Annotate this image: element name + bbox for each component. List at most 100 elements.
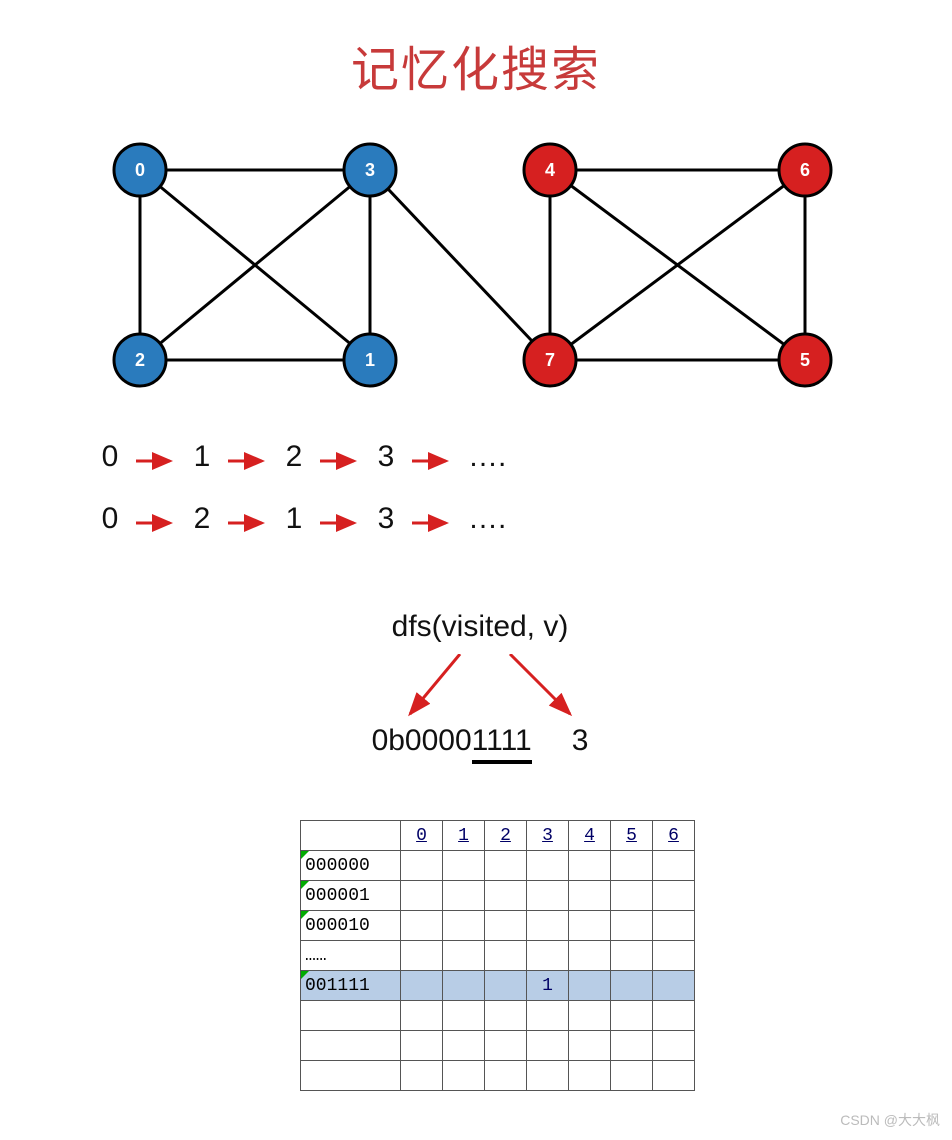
table-cell — [485, 1031, 527, 1061]
table-cell — [443, 1001, 485, 1031]
table-cell — [611, 1031, 653, 1061]
sequence-item: …. — [468, 502, 506, 536]
table-cell — [527, 1061, 569, 1091]
table-cell — [485, 851, 527, 881]
table-cell — [611, 911, 653, 941]
arrow-right-icon — [318, 446, 362, 468]
table-cell — [569, 971, 611, 1001]
graph-node-1: 1 — [344, 334, 396, 386]
graph-node-7: 7 — [524, 334, 576, 386]
sequence-item: 1 — [284, 502, 304, 536]
svg-text:1: 1 — [365, 350, 375, 370]
table-cell — [653, 1031, 695, 1061]
table-col-header: 3 — [527, 821, 569, 851]
table-cell — [527, 881, 569, 911]
table-corner — [301, 821, 401, 851]
dfs-bitstring: 0b00001111 — [372, 724, 532, 758]
table-row-header — [301, 1031, 401, 1061]
table-cell — [653, 971, 695, 1001]
arrow-right-icon — [134, 446, 178, 468]
graph-edge — [370, 170, 550, 360]
arrow-down-left-icon — [410, 654, 460, 714]
graph-node-3: 3 — [344, 144, 396, 196]
table-row — [301, 1001, 695, 1031]
table-cell — [485, 941, 527, 971]
table-row-header — [301, 1061, 401, 1091]
table-cell — [401, 881, 443, 911]
table-cell — [527, 941, 569, 971]
table-cell — [611, 881, 653, 911]
table-cell — [653, 1061, 695, 1091]
table-row-header: 001111 — [301, 971, 401, 1001]
triangle-icon — [301, 911, 309, 919]
table-cell — [401, 851, 443, 881]
table-cell — [443, 941, 485, 971]
table-col-header: 2 — [485, 821, 527, 851]
sequence-item: 3 — [376, 440, 396, 474]
table-cell — [401, 911, 443, 941]
table-cell — [611, 1001, 653, 1031]
triangle-icon — [301, 881, 309, 889]
table-row — [301, 1031, 695, 1061]
table-cell — [569, 851, 611, 881]
memo-table: 0123456000000000001000010……0011111 — [300, 820, 695, 1091]
table-row: 000001 — [301, 881, 695, 911]
dfs-call-label: dfs(visited, v) — [300, 610, 660, 644]
table-row: 001111 1 — [301, 971, 695, 1001]
table-cell — [485, 881, 527, 911]
graph-node-4: 4 — [524, 144, 576, 196]
table-cell — [611, 851, 653, 881]
table-row-header: 000010 — [301, 911, 401, 941]
graph-node-5: 5 — [779, 334, 831, 386]
graph-node-0: 0 — [114, 144, 166, 196]
table-row-header: …… — [301, 941, 401, 971]
table-cell — [401, 971, 443, 1001]
table-cell — [653, 881, 695, 911]
table-col-header: 0 — [401, 821, 443, 851]
table-cell — [443, 851, 485, 881]
svg-text:6: 6 — [800, 160, 810, 180]
table-cell — [443, 1031, 485, 1061]
sequence-item: 3 — [376, 502, 396, 536]
table-col-header: 4 — [569, 821, 611, 851]
table-cell — [527, 851, 569, 881]
table-col-header: 6 — [653, 821, 695, 851]
dfs-v-value: 3 — [572, 724, 589, 758]
table-cell — [401, 1061, 443, 1091]
arrow-right-icon — [226, 446, 270, 468]
dfs-block: dfs(visited, v) 0b00001111 3 — [300, 610, 660, 758]
table-cell: 1 — [527, 971, 569, 1001]
table-cell — [527, 911, 569, 941]
table-cell — [569, 1031, 611, 1061]
svg-text:0: 0 — [135, 160, 145, 180]
table-row-header: 000001 — [301, 881, 401, 911]
table-cell — [401, 941, 443, 971]
arrow-right-icon — [410, 508, 454, 530]
table-cell — [443, 881, 485, 911]
table-cell — [485, 1061, 527, 1091]
table-row-header — [301, 1001, 401, 1031]
arrow-right-icon — [134, 508, 178, 530]
svg-text:3: 3 — [365, 160, 375, 180]
table-cell — [653, 911, 695, 941]
table-cell — [443, 1061, 485, 1091]
graph-diagram: 03214675 — [90, 140, 870, 400]
table-cell — [611, 941, 653, 971]
table-cell — [653, 941, 695, 971]
sequence-row: 0123…. — [100, 440, 506, 474]
svg-text:5: 5 — [800, 350, 810, 370]
table-cell — [485, 911, 527, 941]
table-cell — [443, 911, 485, 941]
triangle-icon — [301, 851, 309, 859]
sequence-item: 0 — [100, 440, 120, 474]
table-cell — [527, 1001, 569, 1031]
graph-node-6: 6 — [779, 144, 831, 196]
table-cell — [527, 1031, 569, 1061]
table-row — [301, 1061, 695, 1091]
table-cell — [569, 881, 611, 911]
sequence-item: 0 — [100, 502, 120, 536]
table-cell — [611, 971, 653, 1001]
sequence-row: 0213…. — [100, 502, 506, 536]
svg-text:4: 4 — [545, 160, 555, 180]
table-cell — [401, 1001, 443, 1031]
